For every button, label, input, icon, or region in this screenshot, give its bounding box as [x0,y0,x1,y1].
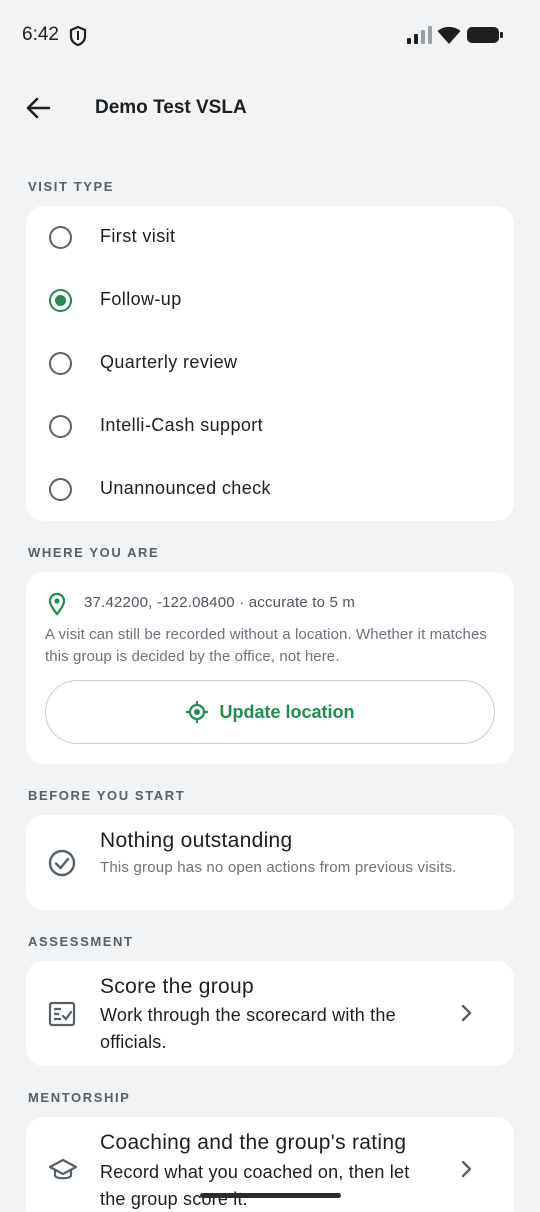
radio-option-quarterly-review[interactable]: Quarterly review [26,332,514,395]
location-pin-icon [48,592,66,621]
chevron-right-icon [456,1003,476,1028]
graduation-cap-icon [48,1157,78,1188]
section-label-visit-type: VISIT TYPE [28,179,115,194]
app-bar: Demo Test VSLA [0,82,540,134]
section-label-mentorship: MENTORSHIP [28,1090,131,1105]
page-title: Demo Test VSLA [95,97,247,118]
radio-label: Follow-up [100,289,182,309]
signal-icon [406,26,432,49]
section-label-location: WHERE YOU ARE [28,545,160,560]
before-start-title: Nothing outstanding [100,829,293,852]
update-location-label: Update location [219,701,355,722]
location-coordinates: 37.42200, -122.08400 · accurate to 5 m [84,594,356,611]
arrow-back-icon [26,97,51,119]
radio-option-intelli-cash-support[interactable]: Intelli-Cash support [26,395,514,458]
radio-button-selected[interactable] [49,289,72,312]
scorecard-icon [48,1001,76,1032]
radio-option-first-visit[interactable]: First visit [26,206,514,269]
radio-label: Unannounced check [100,478,271,498]
mentorship-subtitle: Record what you coached on, then let the… [100,1162,410,1209]
visit-type-card: First visit Follow-up Quarterly review I… [26,206,514,521]
radio-button[interactable] [49,226,72,249]
location-card: 37.42200, -122.08400 · accurate to 5 m A… [26,572,514,764]
radio-label: Quarterly review [100,352,238,372]
radio-label: First visit [100,226,176,246]
assessment-card[interactable]: Score the group Work through the scoreca… [26,961,514,1066]
radio-button[interactable] [49,352,72,375]
back-button[interactable] [20,90,56,126]
before-start-subtitle: This group has no open actions from prev… [100,859,457,876]
update-location-button[interactable]: Update location [45,680,495,744]
battery-icon [466,26,504,49]
radio-label: Intelli-Cash support [100,415,264,435]
radio-button[interactable] [49,478,72,501]
status-bar: 6:42 [0,0,540,70]
radio-button[interactable] [49,415,72,438]
gps-target-icon [186,701,209,723]
radio-option-follow-up[interactable]: Follow-up [26,269,514,332]
assessment-subtitle: Work through the scorecard with the offi… [100,1005,396,1052]
shield-icon [68,25,88,47]
wifi-icon [437,25,461,50]
status-time: 6:42 [22,24,59,45]
before-start-card: Nothing outstanding This group has no op… [26,815,514,910]
check-circle-icon [48,849,76,882]
location-note: A visit can still be recorded without a … [45,626,488,665]
gesture-navigation-bar[interactable] [200,1193,341,1198]
radio-option-unannounced-check[interactable]: Unannounced check [26,458,514,521]
chevron-right-icon [456,1159,476,1184]
section-label-assessment: ASSESSMENT [28,934,134,949]
mentorship-title: Coaching and the group's rating [100,1131,407,1154]
assessment-title: Score the group [100,975,254,998]
section-label-before-start: BEFORE YOU START [28,788,186,803]
